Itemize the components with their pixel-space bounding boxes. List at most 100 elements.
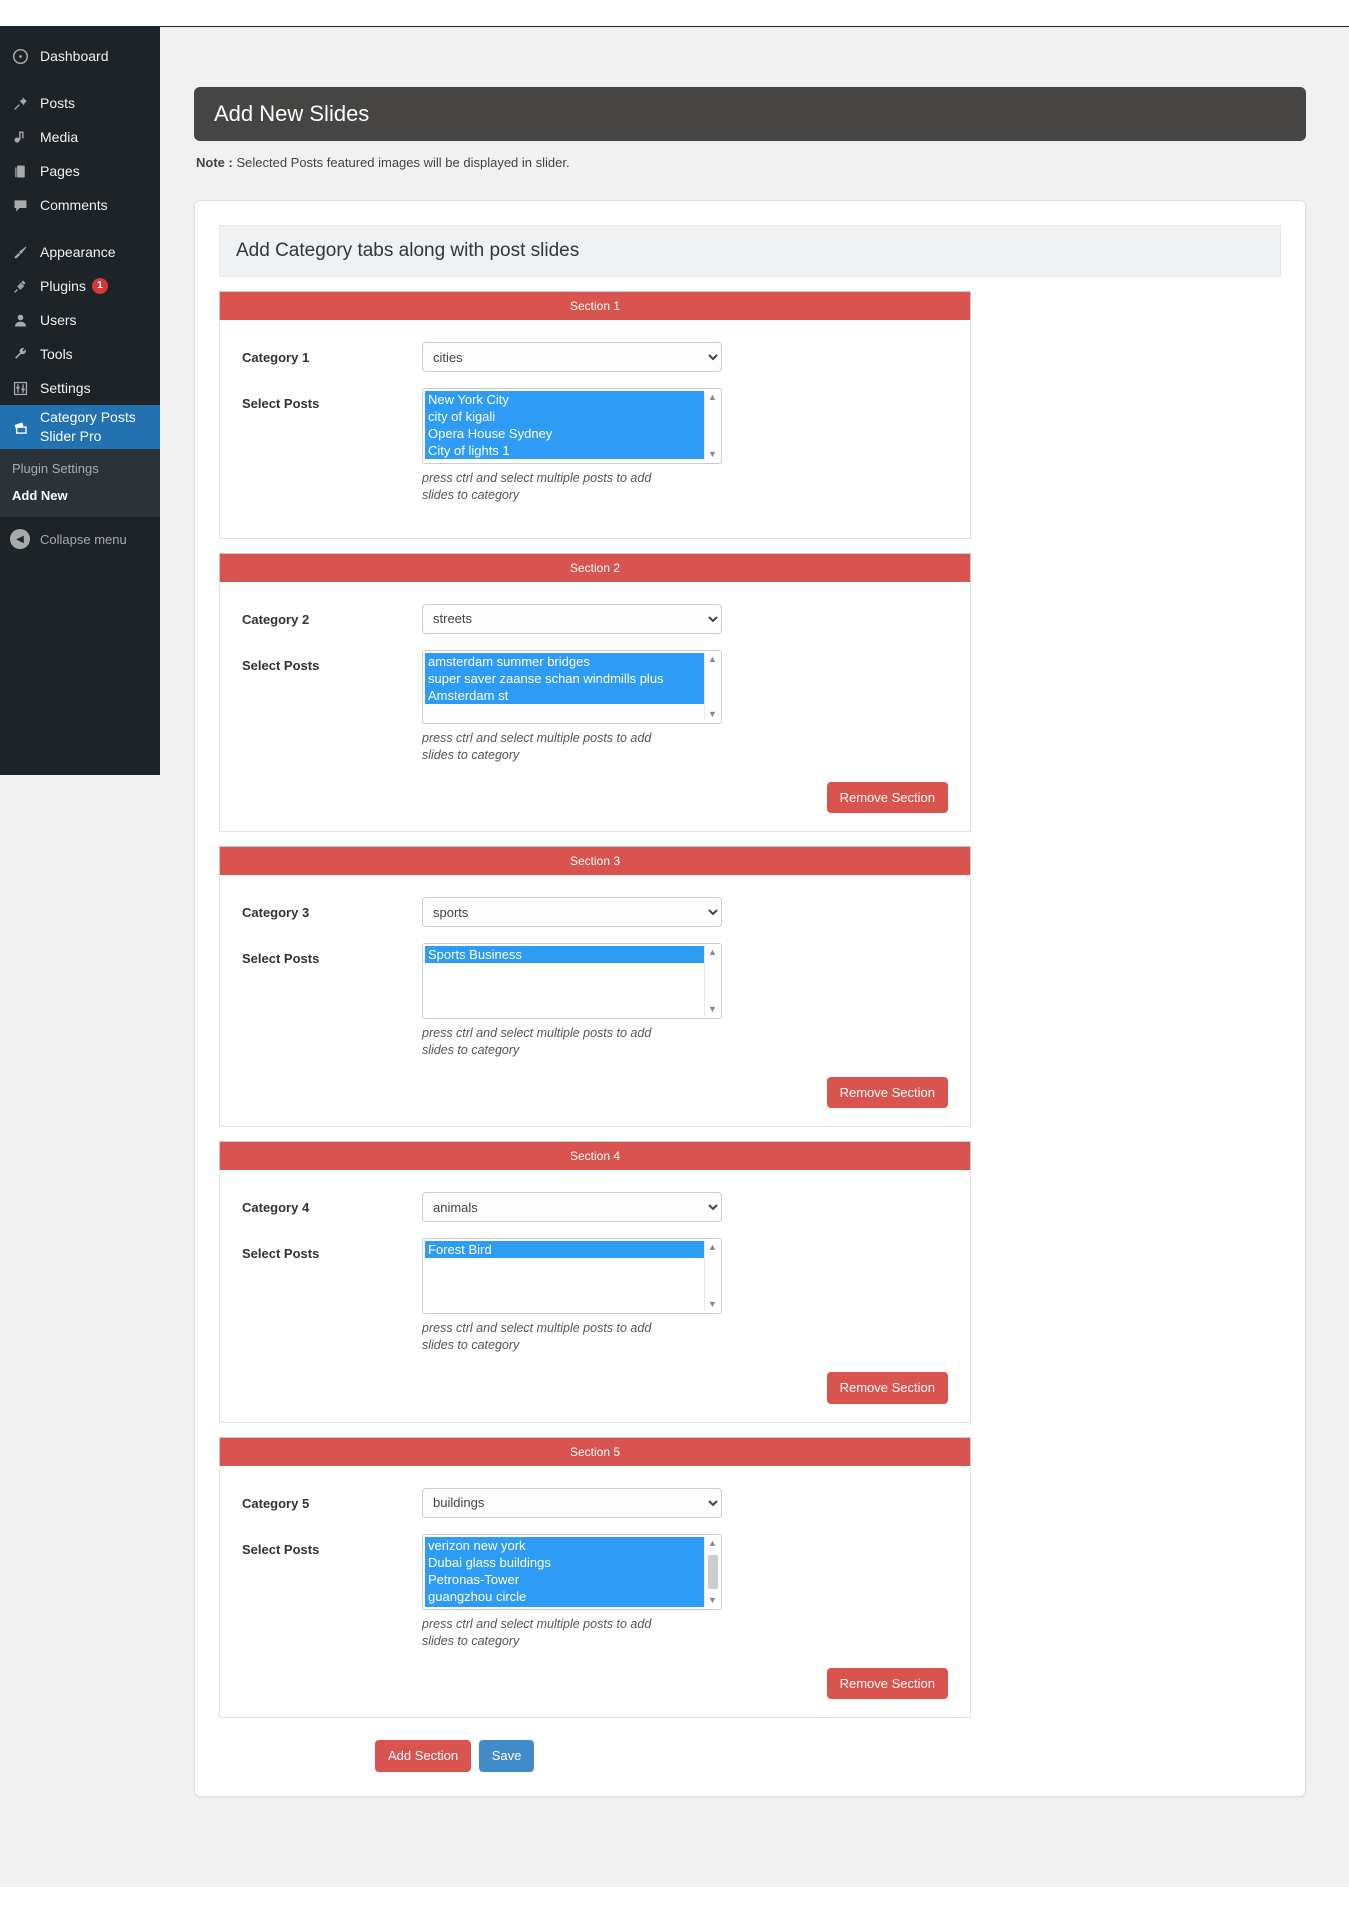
- paintbrush-icon: [10, 242, 30, 262]
- posts-listbox[interactable]: New York City city of kigali Opera House S…: [422, 388, 722, 464]
- post-option[interactable]: super saver zaanse schan windmills plus: [425, 669, 704, 687]
- post-option[interactable]: Forest Bird: [425, 1241, 704, 1259]
- posts-option-list: verizon new york Dubai glass buildings Pet…: [425, 1536, 704, 1607]
- section-block: Section 1 Category 1 cities Select Posts New…: [219, 291, 971, 539]
- remove-section-button[interactable]: Remove Section: [826, 781, 948, 814]
- page-title: Add New Slides: [194, 87, 1306, 141]
- scroll-down-arrow-icon[interactable]: ▼: [708, 450, 717, 459]
- main-content: Add New Slides Note : Selected Posts fea…: [160, 27, 1349, 1897]
- post-option[interactable]: verizon new york: [425, 1536, 704, 1554]
- scroll-up-arrow-icon[interactable]: ▲: [708, 1538, 717, 1548]
- category-label: Category 2: [242, 611, 310, 627]
- listbox-scrollbar[interactable]: ▲ ▼: [704, 1241, 720, 1312]
- sidebar-item-comments[interactable]: Comments: [0, 188, 160, 222]
- sidebar-item-pages[interactable]: Pages: [0, 154, 160, 188]
- select-posts-label: Select Posts: [242, 657, 320, 673]
- sidebar-item-settings[interactable]: Settings: [0, 371, 160, 405]
- listbox-scrollbar[interactable]: ▲ ▼: [704, 652, 720, 721]
- select-posts-label: Select Posts: [242, 396, 320, 411]
- posts-listbox[interactable]: Sports Business ▲ ▼: [422, 943, 722, 1020]
- sidebar-item-dashboard[interactable]: Dashboard: [0, 39, 160, 73]
- select-posts-label: Select Posts: [242, 951, 320, 967]
- plug-icon: [10, 276, 30, 296]
- sidebar-submenu: Plugin Settings Add New: [0, 449, 160, 517]
- scroll-down-arrow-icon[interactable]: ▼: [708, 1300, 717, 1309]
- select-posts-hint: press ctrl and select multiple posts to …: [422, 730, 652, 762]
- category-select[interactable]: sports: [422, 897, 722, 928]
- posts-listbox[interactable]: verizon new york Dubai glass buildings Pet…: [422, 1533, 722, 1610]
- scroll-down-arrow-icon[interactable]: ▼: [708, 1595, 717, 1605]
- section-header: Section 5: [219, 1436, 971, 1466]
- post-option[interactable]: shanghai tower: [425, 1604, 704, 1607]
- category-select[interactable]: streets: [422, 603, 722, 634]
- add-section-button[interactable]: Add Section: [375, 1740, 472, 1772]
- sidebar-item-media[interactable]: Media: [0, 120, 160, 154]
- scroll-down-arrow-icon[interactable]: ▼: [708, 709, 717, 719]
- remove-section-row: Remove Section: [242, 781, 948, 814]
- category-field-row: Category 2 streets: [242, 603, 948, 634]
- remove-section-button[interactable]: Remove Section: [826, 1372, 948, 1404]
- scrollbar-thumb[interactable]: [707, 1554, 718, 1589]
- sidebar-submenu-item-plugin-settings[interactable]: Plugin Settings: [12, 455, 160, 482]
- select-posts-field-row: Select Posts verizon new york Dubai glass …: [242, 1533, 948, 1650]
- posts-option-list: amsterdam summer bridges super saver zaan…: [425, 652, 704, 721]
- sidebar-item-tools[interactable]: Tools: [0, 337, 160, 371]
- remove-section-row: Remove Section: [242, 1372, 948, 1404]
- post-option[interactable]: amsterdam summer bridges: [425, 652, 704, 670]
- posts-listbox[interactable]: amsterdam summer bridges super saver zaan…: [422, 649, 722, 724]
- listbox-scrollbar[interactable]: ▲ ▼: [704, 1536, 720, 1607]
- scroll-down-arrow-icon[interactable]: ▼: [708, 1005, 717, 1014]
- category-field-row: Category 4 animals: [242, 1192, 948, 1223]
- post-option[interactable]: Amsterdam st: [425, 686, 704, 704]
- section-body: Category 3 sports Select Posts Sports Busin…: [219, 875, 971, 1128]
- sidebar-item-label: Users: [40, 312, 77, 328]
- scroll-up-arrow-icon[interactable]: ▲: [708, 393, 717, 402]
- listbox-scrollbar[interactable]: ▲ ▼: [704, 391, 720, 461]
- category-select[interactable]: animals: [422, 1192, 722, 1223]
- sidebar-item-label: Plugins: [40, 278, 86, 294]
- category-select[interactable]: buildings: [422, 1487, 722, 1518]
- post-option[interactable]: New York City: [425, 391, 704, 408]
- sidebar-submenu-item-add-new[interactable]: Add New: [12, 482, 160, 509]
- select-posts-field-row: Select Posts Sports Business ▲ ▼ press ctrl …: [242, 943, 948, 1059]
- sidebar-item-category-posts-slider-pro[interactable]: Category Posts Slider Pro: [0, 405, 168, 449]
- images-icon: [10, 417, 30, 437]
- sidebar-item-posts[interactable]: Posts: [0, 86, 160, 120]
- scroll-up-arrow-icon[interactable]: ▲: [708, 654, 717, 664]
- sidebar-item-appearance[interactable]: Appearance: [0, 235, 160, 269]
- post-option[interactable]: Sports Business: [425, 946, 704, 964]
- section-block: Section 3 Category 3 sports Select Posts Spo…: [219, 846, 971, 1128]
- remove-section-button[interactable]: Remove Section: [826, 1076, 948, 1109]
- save-button[interactable]: Save: [478, 1740, 535, 1772]
- scroll-up-arrow-icon[interactable]: ▲: [708, 1243, 717, 1252]
- category-field-row: Category 1 cities: [242, 342, 948, 372]
- post-option[interactable]: guangzhou circle: [425, 1587, 704, 1605]
- category-field-row: Category 3 sports: [242, 897, 948, 928]
- listbox-scrollbar[interactable]: ▲ ▼: [704, 946, 720, 1017]
- category-label: Category 4: [242, 1200, 310, 1216]
- sidebar-item-label: Comments: [40, 197, 108, 213]
- post-option[interactable]: city of kigali: [425, 408, 704, 425]
- category-label: Category 5: [242, 1495, 310, 1511]
- collapse-menu-button[interactable]: ◀ Collapse menu: [0, 517, 160, 549]
- posts-listbox[interactable]: Forest Bird ▲ ▼: [422, 1238, 722, 1315]
- section-body: Category 4 animals Select Posts Forest Bird…: [219, 1170, 971, 1423]
- scroll-up-arrow-icon[interactable]: ▲: [708, 948, 717, 957]
- sidebar-item-label: Pages: [40, 163, 80, 179]
- sidebar-item-plugins[interactable]: Plugins 1: [0, 269, 160, 303]
- select-posts-field-row: Select Posts New York City city of kigali O…: [242, 388, 948, 504]
- category-select[interactable]: cities: [422, 342, 722, 372]
- remove-section-row: Remove Section: [242, 1667, 948, 1700]
- dashboard-icon: [10, 46, 30, 66]
- post-option[interactable]: Dubai glass buildings: [425, 1553, 704, 1571]
- sidebar-item-users[interactable]: Users: [0, 303, 160, 337]
- select-posts-hint: press ctrl and select multiple posts to …: [422, 1321, 652, 1353]
- remove-section-button[interactable]: Remove Section: [826, 1667, 948, 1700]
- sidebar-item-label: Posts: [40, 95, 76, 111]
- post-option[interactable]: Opera House Sydney: [425, 425, 704, 442]
- post-option[interactable]: City of lights 1: [425, 442, 704, 459]
- post-option[interactable]: Petronas-Tower: [425, 1570, 704, 1588]
- user-icon: [10, 310, 30, 330]
- section-block: Section 2 Category 2 streets Select Posts am…: [219, 552, 971, 833]
- pages-icon: [10, 161, 30, 181]
